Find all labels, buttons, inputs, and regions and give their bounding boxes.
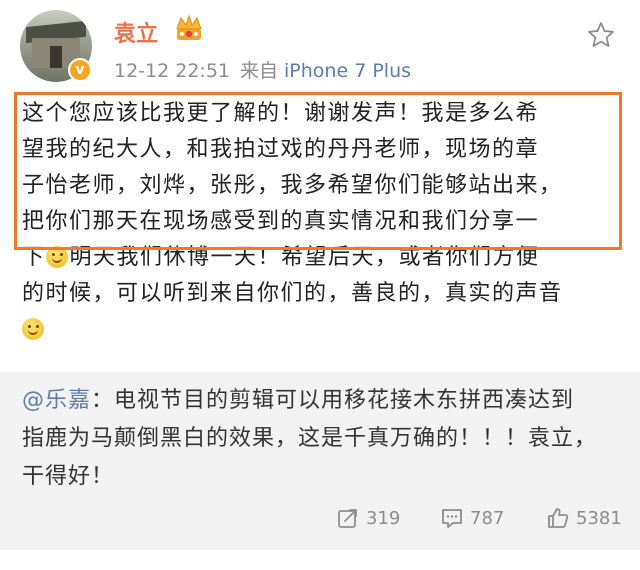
- post-line: 把你们那天在现场感受到的真实情况和我们分享一: [22, 209, 540, 234]
- like-button[interactable]: 5381: [546, 503, 622, 533]
- bottom-spacer: [0, 550, 640, 570]
- retweet-body[interactable]: @乐嘉：电视节目的剪辑可以用移花接木东拼西凑达到 指鹿为马颠倒黑白的效果，这是千…: [22, 382, 622, 496]
- retweet-user-link[interactable]: @乐嘉: [22, 388, 91, 413]
- avatar-photo-door: [50, 46, 62, 68]
- retweet-line-rest: ：电视节目的剪辑可以用移花接木东拼西凑达到: [91, 388, 575, 413]
- repost-icon: [338, 509, 357, 528]
- post-time: 12-12 22:51: [114, 60, 231, 82]
- post-line: [22, 312, 620, 348]
- post-line: 子怡老师，刘烨，张彤，我多希望你们能够站出来，: [22, 173, 563, 198]
- post-meta: 12-12 22:51 来自 iPhone 7 Plus: [114, 56, 411, 83]
- post-line-start: 下: [22, 245, 46, 270]
- star-icon[interactable]: [586, 20, 616, 50]
- like-icon: [548, 508, 569, 528]
- post-line: 这个您应该比我更了解的！谢谢发声！我是多么希: [22, 101, 540, 126]
- retweet-line: 指鹿为马颠倒黑白的效果，这是千真万确的！！！袁立，: [22, 426, 598, 451]
- crown-icon[interactable]: [174, 14, 204, 42]
- post-line: 的时候，可以听到来自你们的，善良的，真实的声音: [22, 281, 563, 306]
- comment-count: 787: [470, 507, 505, 529]
- like-count: 5381: [576, 507, 622, 529]
- post-line: 下明天我们休博一天！希望后天，或者你们方便: [22, 240, 620, 276]
- post-line: 望我的纪大人，和我拍过戏的丹丹老师，现场的章: [22, 137, 540, 162]
- repost-button[interactable]: 319: [336, 503, 400, 533]
- repost-count: 319: [366, 507, 401, 529]
- retweet-line: 干得好！: [22, 464, 115, 489]
- post-source-prefix: 来自: [240, 60, 279, 82]
- username[interactable]: 袁立: [114, 16, 158, 48]
- action-bar: 319 787 5381: [0, 503, 640, 533]
- comment-icon: [442, 509, 462, 528]
- post-line-rest: 明天我们休博一天！希望后天，或者你们方便: [69, 245, 540, 270]
- retweet-line: @乐嘉：电视节目的剪辑可以用移花接木东拼西凑达到: [22, 382, 622, 420]
- post-device-link[interactable]: iPhone 7 Plus: [284, 60, 411, 82]
- comment-button[interactable]: 787: [440, 503, 504, 533]
- post-body: 这个您应该比我更了解的！谢谢发声！我是多么希 望我的纪大人，和我拍过戏的丹丹老师…: [22, 96, 620, 348]
- smile-emoji-icon: [45, 246, 68, 268]
- smile-emoji-icon: [22, 318, 44, 340]
- verified-badge-icon: v: [68, 58, 92, 82]
